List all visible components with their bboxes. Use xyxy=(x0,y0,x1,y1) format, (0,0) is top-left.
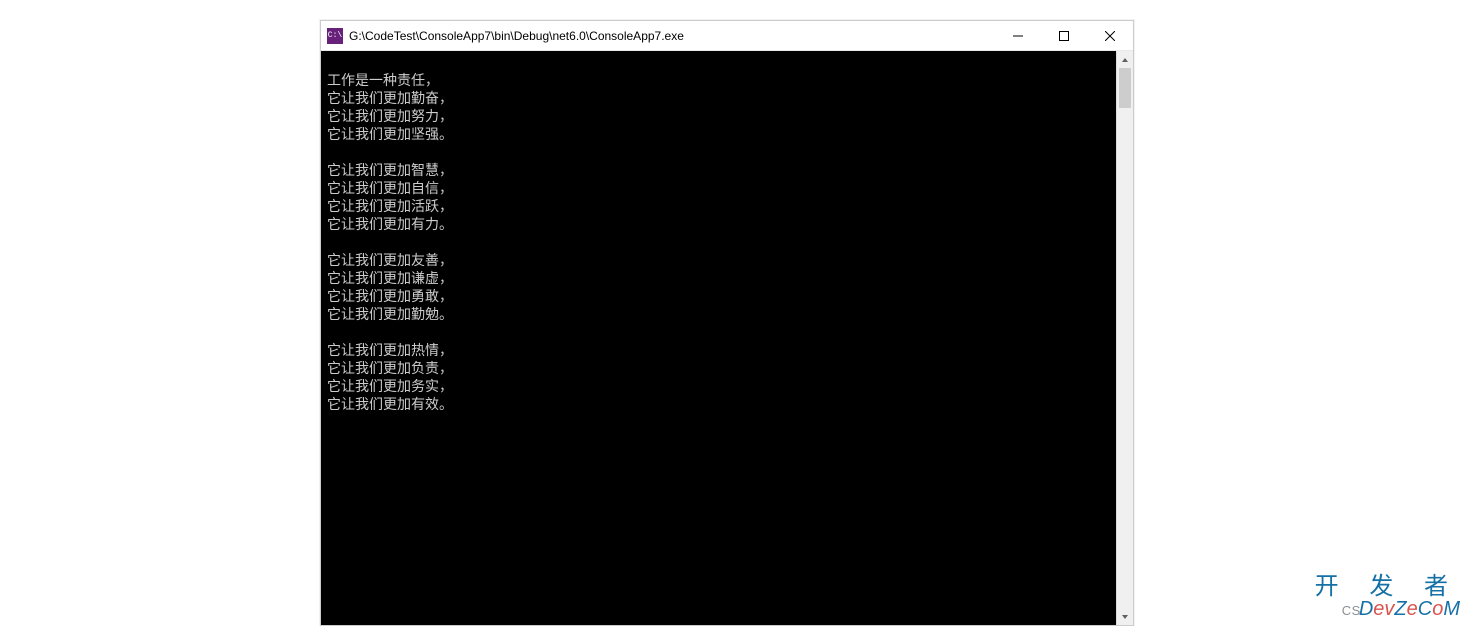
scroll-up-button[interactable] xyxy=(1117,51,1133,68)
wm-c: Z xyxy=(1394,598,1406,620)
maximize-icon xyxy=(1059,31,1069,41)
wm-e: C xyxy=(1418,598,1432,620)
window-title: G:\CodeTest\ConsoleApp7\bin\Debug\net6.0… xyxy=(349,29,995,43)
close-icon xyxy=(1105,31,1115,41)
chevron-up-icon xyxy=(1121,56,1129,64)
wm-d: e xyxy=(1407,598,1418,620)
console-client-area: 工作是一种责任， 它让我们更加勤奋， 它让我们更加努力， 它让我们更加坚强。 它… xyxy=(321,51,1133,625)
wm-f: o xyxy=(1432,598,1443,620)
console-output[interactable]: 工作是一种责任， 它让我们更加勤奋， 它让我们更加努力， 它让我们更加坚强。 它… xyxy=(321,51,1116,625)
wm-b: ev xyxy=(1373,598,1394,620)
maximize-button[interactable] xyxy=(1041,21,1087,51)
page-watermark: 开 发 者 CSDevZeCoM xyxy=(1315,575,1460,619)
vertical-scrollbar[interactable] xyxy=(1116,51,1133,625)
app-icon: C:\ xyxy=(327,28,343,44)
scroll-down-button[interactable] xyxy=(1117,608,1133,625)
wm-a: D xyxy=(1359,598,1373,620)
close-button[interactable] xyxy=(1087,21,1133,51)
minimize-icon xyxy=(1013,31,1023,41)
watermark-chinese: 开 发 者 xyxy=(1315,575,1460,599)
scroll-track[interactable] xyxy=(1117,68,1133,608)
window-controls xyxy=(995,21,1133,50)
wm-g: M xyxy=(1443,598,1460,620)
console-window: C:\ G:\CodeTest\ConsoleApp7\bin\Debug\ne… xyxy=(320,20,1134,626)
watermark-brand: CSDevZeCoM xyxy=(1315,599,1460,619)
titlebar[interactable]: C:\ G:\CodeTest\ConsoleApp7\bin\Debug\ne… xyxy=(321,21,1133,51)
scroll-thumb[interactable] xyxy=(1119,68,1131,108)
chevron-down-icon xyxy=(1121,613,1129,621)
minimize-button[interactable] xyxy=(995,21,1041,51)
